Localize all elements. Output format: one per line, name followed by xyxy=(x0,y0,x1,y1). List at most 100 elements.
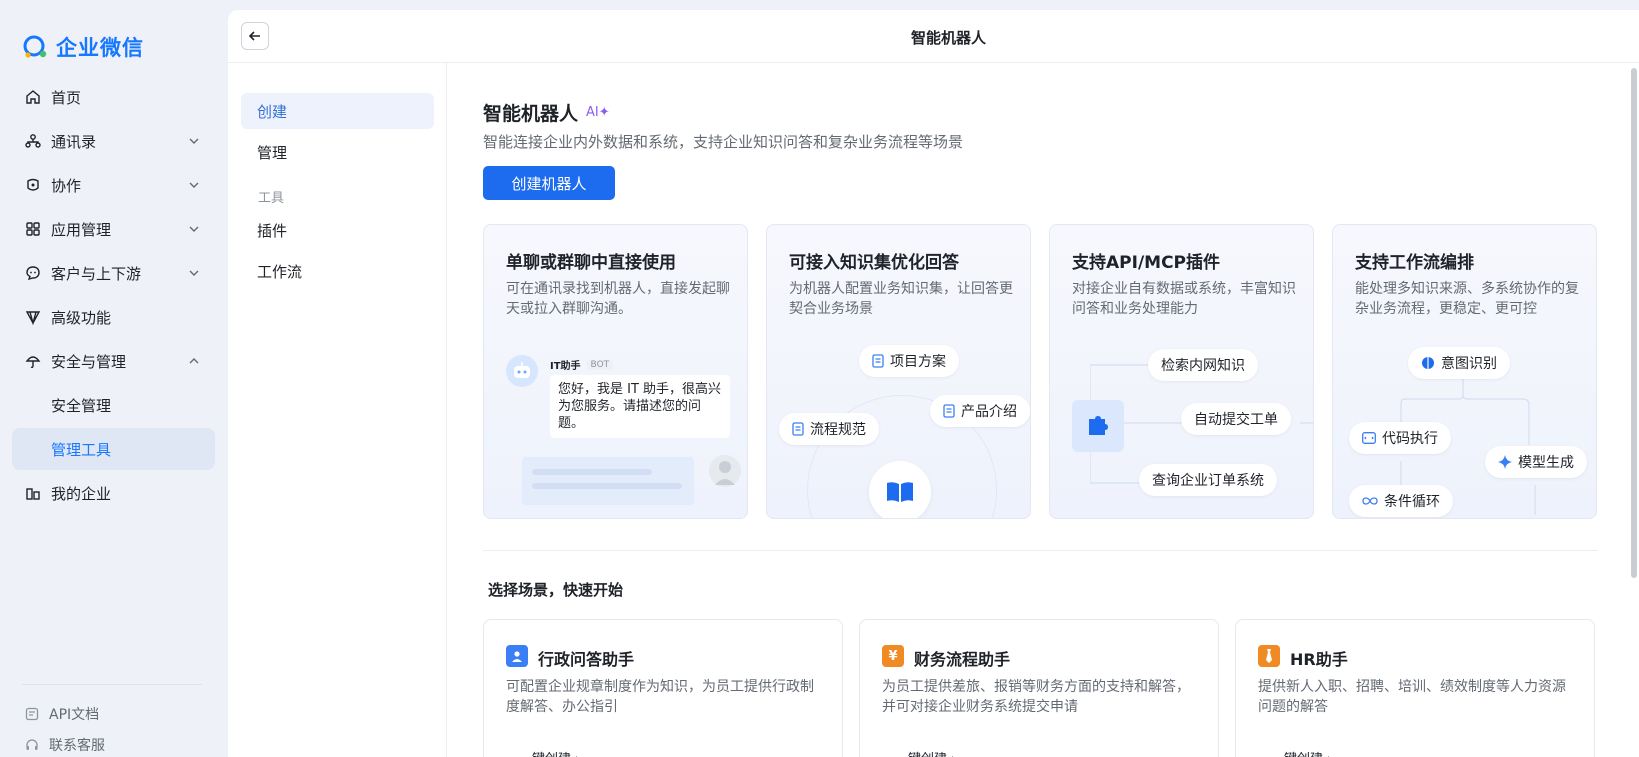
bot-message-bubble: 您好，我是 IT 助手，很高兴为您服务。请描述您的问题。 xyxy=(550,375,730,438)
user-avatar-icon xyxy=(715,461,735,485)
scene-card-admin-qa[interactable]: 行政问答助手 可配置企业规章制度作为知识，为员工提供行政制度解答、办公指引 一键… xyxy=(483,619,843,757)
plugin-chip: 自动提交工单 xyxy=(1181,403,1291,435)
sidebar-item-contacts[interactable]: 通讯录 xyxy=(12,120,215,162)
umbrella-icon xyxy=(25,353,41,369)
api-docs-link[interactable]: API文档 xyxy=(25,704,99,724)
book-icon xyxy=(887,482,913,502)
create-robot-button[interactable]: 创建机器人 xyxy=(483,166,615,200)
scrollbar[interactable] xyxy=(1631,68,1637,578)
sidebar-item-home[interactable]: 首页 xyxy=(12,76,215,118)
subnav-item-create[interactable]: 创建 xyxy=(241,93,434,129)
scene-card-hr[interactable]: HR助手 提供新人入职、招聘、培训、绩效制度等人力资源问题的解答 一键创建 › xyxy=(1235,619,1595,757)
heading-description: 智能连接企业内外数据和系统，支持企业知识问答和复杂业务流程等场景 xyxy=(483,133,964,151)
diamond-icon xyxy=(25,309,41,325)
sidebar-item-advanced[interactable]: 高级功能 xyxy=(12,296,215,338)
sidebar-item-security-management[interactable]: 安全与管理 xyxy=(12,340,215,382)
sidebar-item-label: 首页 xyxy=(51,88,82,107)
api-docs-label: API文档 xyxy=(49,707,100,723)
ai-badge: AI✦ xyxy=(586,105,610,120)
knowledge-chip: 产品介绍 xyxy=(930,395,1030,427)
section-divider xyxy=(483,550,1598,551)
chip-label: 意图识别 xyxy=(1441,356,1497,372)
sidebar-item-collaboration[interactable]: 协作 xyxy=(12,164,215,206)
sidebar-item-security[interactable]: 安全管理 xyxy=(12,384,215,426)
one-click-create-link[interactable]: 一键创建 › xyxy=(895,748,956,757)
tie-icon xyxy=(1258,645,1280,667)
sidebar-item-label: 安全管理 xyxy=(51,396,112,415)
headset-icon xyxy=(26,739,38,750)
brain-icon xyxy=(1422,357,1434,369)
wecom-logo-icon xyxy=(23,35,47,58)
scenes-heading: 选择场景，快速开始 xyxy=(488,581,624,599)
feature-title: 单聊或群聊中直接使用 xyxy=(506,253,676,273)
chevron-down-icon xyxy=(189,138,199,144)
logo[interactable]: 企业微信 xyxy=(22,32,144,62)
bot-name-row: IT助手 BOT xyxy=(550,357,614,372)
person-icon xyxy=(506,645,528,667)
book-badge xyxy=(869,461,931,518)
contact-support-link[interactable]: 联系客服 xyxy=(25,735,105,755)
feature-description: 对接企业自有数据或系统，丰富知识问答和业务处理能力 xyxy=(1072,281,1296,317)
chip-label: 产品介绍 xyxy=(961,404,1017,420)
feature-card-chat: 单聊或群聊中直接使用 可在通讯录找到机器人，直接发起聊天或拉入群聊沟通。 IT助… xyxy=(483,224,748,519)
chip-label: 代码执行 xyxy=(1382,431,1438,447)
chip-label: 检索内网知识 xyxy=(1161,358,1245,374)
scene-description: 为员工提供差旅、报销等财务方面的支持和解答，并可对接企业财务系统提交申请 xyxy=(882,679,1190,715)
plugin-chip: 查询企业订单系统 xyxy=(1139,464,1277,496)
subnav-group-tools: 工具 xyxy=(258,191,285,206)
knowledge-chip: 流程规范 xyxy=(779,413,879,445)
doc-icon xyxy=(872,354,884,368)
collaboration-icon xyxy=(25,177,41,193)
feature-title: 支持API/MCP插件 xyxy=(1072,253,1221,273)
sidebar-item-app-management[interactable]: 应用管理 xyxy=(12,208,215,250)
feature-title: 支持工作流编排 xyxy=(1355,253,1474,273)
scene-card-finance[interactable]: ¥ 财务流程助手 为员工提供差旅、报销等财务方面的支持和解答，并可对接企业财务系… xyxy=(859,619,1219,757)
logo-text: 企业微信 xyxy=(56,36,144,60)
workflow-chip: 代码执行 xyxy=(1349,422,1451,454)
feature-card-plugins: 支持API/MCP插件 对接企业自有数据或系统，丰富知识问答和业务处理能力 检索… xyxy=(1049,224,1314,519)
chat-bubble-icon xyxy=(25,265,41,281)
feature-card-workflow: 支持工作流编排 能处理多知识来源、多系统协作的复杂业务流程，更稳定、更可控 意图… xyxy=(1332,224,1597,519)
one-click-create-link[interactable]: 一键创建 › xyxy=(1271,748,1332,757)
apps-grid-icon xyxy=(25,221,41,237)
feature-title: 可接入知识集优化回答 xyxy=(789,253,959,273)
user-avatar xyxy=(709,455,741,487)
document-icon xyxy=(25,707,39,721)
home-icon xyxy=(25,89,41,105)
code-icon xyxy=(1362,432,1376,444)
scene-title: 财务流程助手 xyxy=(914,650,1011,669)
scene-description: 提供新人入职、招聘、培训、绩效制度等人力资源问题的解答 xyxy=(1258,679,1566,715)
subnav-item-workflow[interactable]: 工作流 xyxy=(241,253,434,289)
infinity-icon xyxy=(1362,497,1378,505)
org-chart-icon xyxy=(25,133,41,149)
chevron-down-icon xyxy=(189,270,199,276)
scene-title: HR助手 xyxy=(1290,650,1348,669)
feature-description: 可在通讯录找到机器人，直接发起聊天或拉入群聊沟通。 xyxy=(506,281,730,317)
heading-title: 智能机器人 xyxy=(483,103,579,125)
sidebar-item-my-enterprise[interactable]: 我的企业 xyxy=(12,472,215,514)
main-panel: 智能机器人 创建 管理 工具 插件 工作流 智能机器人 AI✦ 智能连接企业内外… xyxy=(228,10,1639,757)
sidebar-item-label: 安全与管理 xyxy=(51,352,127,371)
scene-description: 可配置企业规章制度作为知识，为员工提供行政制度解答、办公指引 xyxy=(506,679,814,715)
sidebar-item-label: 我的企业 xyxy=(51,484,112,503)
feature-description: 能处理多知识来源、多系统协作的复杂业务流程，更稳定、更可控 xyxy=(1355,281,1579,317)
chip-label: 查询企业订单系统 xyxy=(1152,473,1264,489)
feature-description: 为机器人配置业务知识集，让回答更契合业务场景 xyxy=(789,281,1013,317)
feature-card-knowledge: 可接入知识集优化回答 为机器人配置业务知识集，让回答更契合业务场景 项目方案 产… xyxy=(766,224,1031,519)
building-icon xyxy=(25,485,41,501)
doc-icon xyxy=(792,422,804,436)
scene-title: 行政问答助手 xyxy=(538,650,635,669)
chip-label: 条件循环 xyxy=(1384,494,1440,510)
doc-icon xyxy=(943,404,955,418)
puzzle-icon xyxy=(1089,416,1108,435)
yen-icon: ¥ xyxy=(882,645,904,667)
knowledge-chip: 项目方案 xyxy=(859,345,959,377)
subnav-item-plugins[interactable]: 插件 xyxy=(241,212,434,248)
plugin-badge xyxy=(1072,400,1124,452)
sidebar-item-customers[interactable]: 客户与上下游 xyxy=(12,252,215,294)
sidebar-item-management-tools[interactable]: 管理工具 xyxy=(12,428,215,470)
one-click-create-link[interactable]: 一键创建 › xyxy=(519,748,580,757)
chip-label: 项目方案 xyxy=(890,354,946,370)
sparkle-icon xyxy=(1498,455,1512,469)
subnav-item-manage[interactable]: 管理 xyxy=(241,134,434,170)
